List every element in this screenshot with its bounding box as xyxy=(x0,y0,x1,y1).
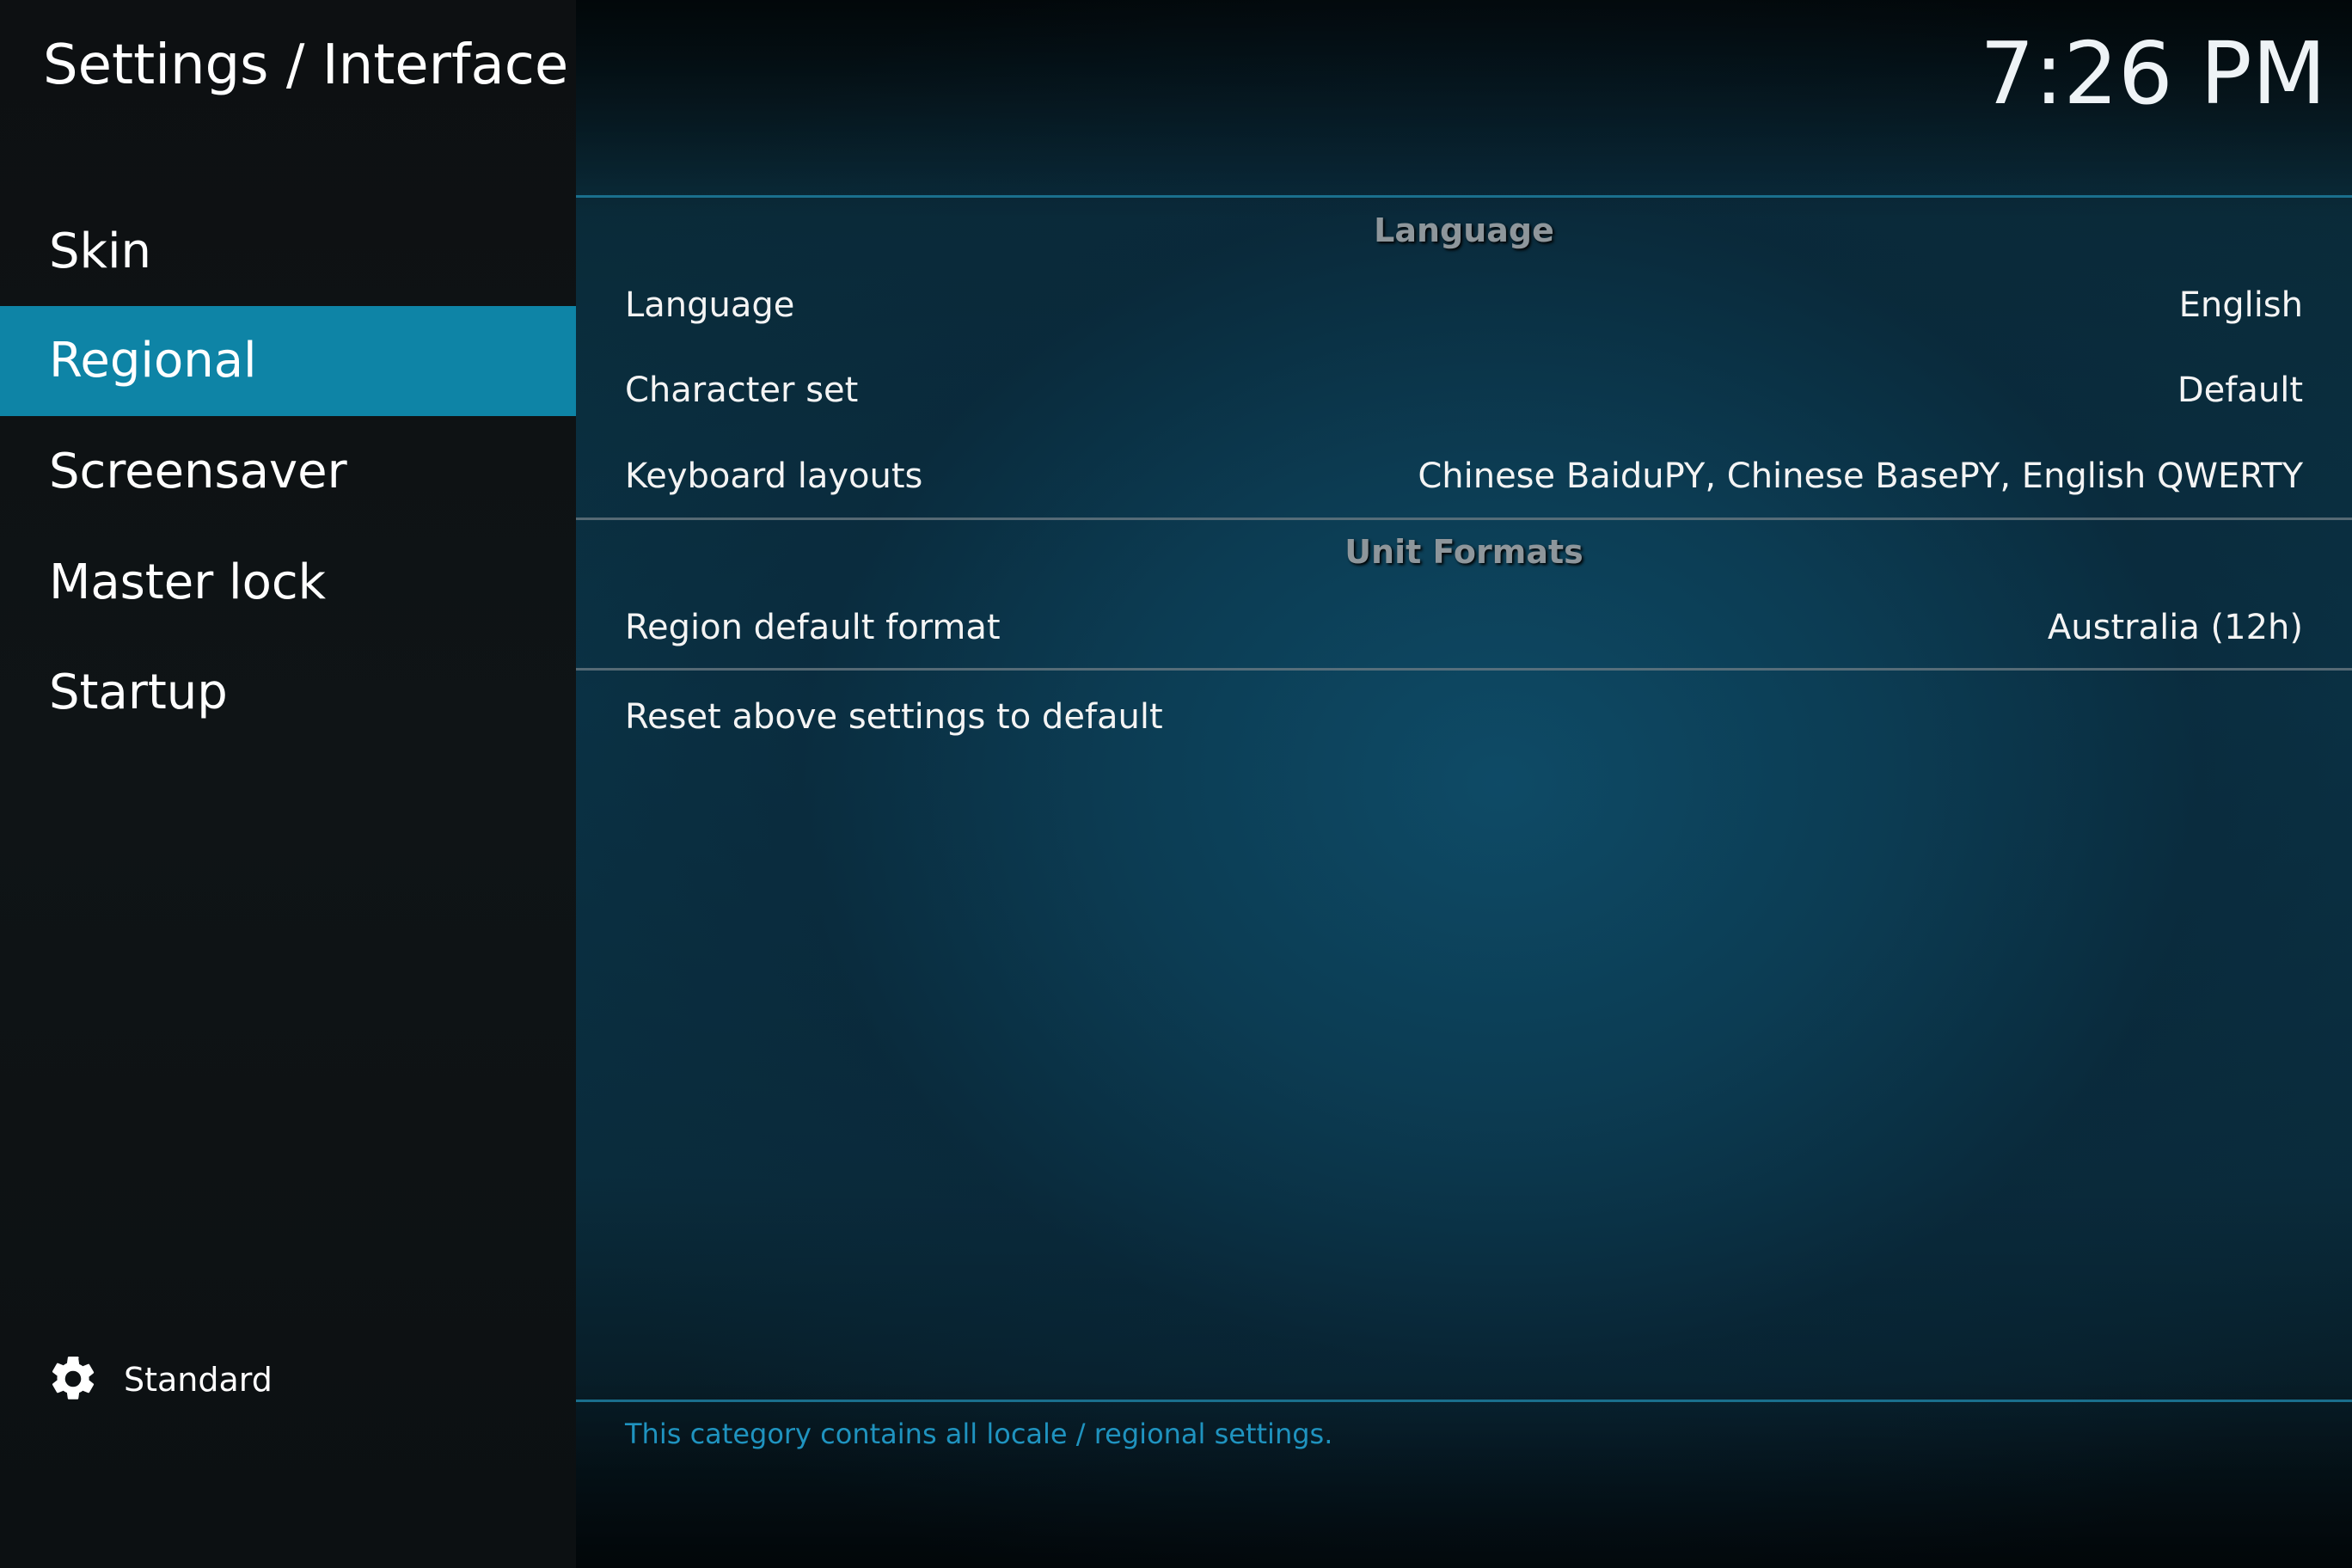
setting-label: Character set xyxy=(625,371,859,410)
sidebar-item-skin[interactable]: Skin xyxy=(0,197,576,307)
gear-icon xyxy=(52,1357,95,1400)
sidebar-item-regional[interactable]: Regional xyxy=(0,306,576,416)
sidebar-item-label: Master lock xyxy=(49,554,327,610)
sidebar-item-screensaver[interactable]: Screensaver xyxy=(0,417,576,527)
setting-value: Default xyxy=(2177,371,2303,410)
section-header-language: Language xyxy=(1374,211,1554,249)
page-title: Settings / Interface xyxy=(43,34,569,97)
setting-label: Region default format xyxy=(625,608,1001,647)
reset-settings-button[interactable]: Reset above settings to default xyxy=(576,676,2352,758)
settings-level-button[interactable]: Standard xyxy=(46,1350,390,1410)
setting-row-language[interactable]: Language English xyxy=(576,264,2352,346)
sidebar-item-master-lock[interactable]: Master lock xyxy=(0,528,576,638)
setting-value: Chinese BaiduPY, Chinese BasePY, English… xyxy=(1418,456,2303,496)
divider xyxy=(576,668,2352,671)
sidebar: Settings / Interface Skin Regional Scree… xyxy=(0,0,576,1568)
section-header-unit-formats: Unit Formats xyxy=(1344,533,1583,571)
sidebar-item-label: Startup xyxy=(49,665,228,720)
sidebar-item-label: Screensaver xyxy=(49,444,347,499)
divider xyxy=(576,1400,2352,1402)
sidebar-item-label: Regional xyxy=(49,333,257,389)
setting-value: English xyxy=(2178,285,2303,325)
category-description: This category contains all locale / regi… xyxy=(625,1418,1333,1450)
setting-row-character-set[interactable]: Character set Default xyxy=(576,349,2352,432)
sidebar-item-startup[interactable]: Startup xyxy=(0,638,576,748)
sidebar-item-label: Skin xyxy=(49,224,152,279)
divider xyxy=(576,195,2352,198)
setting-row-region-default-format[interactable]: Region default format Australia (12h) xyxy=(576,586,2352,669)
setting-row-keyboard-layouts[interactable]: Keyboard layouts Chinese BaiduPY, Chines… xyxy=(576,435,2352,518)
divider xyxy=(576,518,2352,520)
setting-label: Language xyxy=(625,285,795,325)
settings-list: Language Language English Character set … xyxy=(576,0,2352,1568)
reset-settings-label: Reset above settings to default xyxy=(625,697,1163,737)
setting-value: Australia (12h) xyxy=(2047,608,2303,647)
settings-level-label: Standard xyxy=(124,1361,273,1399)
setting-label: Keyboard layouts xyxy=(625,456,923,496)
settings-window: Settings / Interface Skin Regional Scree… xyxy=(0,0,2352,1568)
